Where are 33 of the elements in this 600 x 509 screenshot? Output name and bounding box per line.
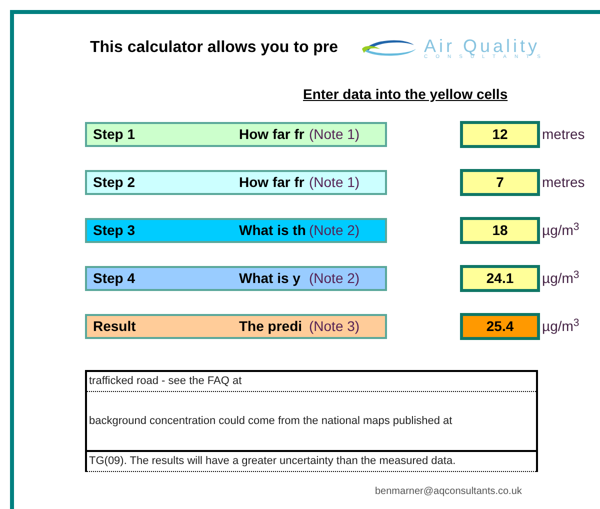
step-label: Step 4 [93, 269, 136, 288]
instruction-text: Enter data into the yellow cells [303, 85, 508, 104]
value-cell: 25.4 [460, 313, 540, 340]
step-label: Step 1 [93, 125, 136, 144]
question-text: What is th [239, 221, 307, 240]
step-label: Step 3 [93, 221, 136, 240]
question-text: How far fr [239, 125, 306, 144]
note-reference: (Note 3) [309, 317, 360, 336]
value-cell[interactable]: 12 [460, 121, 540, 148]
contact-email: benmarner@aqconsultants.co.uk [375, 485, 522, 499]
logo-name: Air Quality [424, 36, 542, 54]
swoosh-icon [360, 37, 418, 59]
unit-label: metres [542, 173, 585, 192]
value-cell[interactable]: 18 [460, 217, 540, 244]
question-text: What is y [239, 269, 302, 288]
note-text: background concentration could come from the national maps published at [89, 414, 452, 429]
note-reference: (Note 2) [309, 269, 360, 288]
step-label: Result [93, 317, 137, 336]
value-cell[interactable]: 7 [460, 169, 540, 196]
note-reference: (Note 1) [309, 173, 360, 192]
note-reference: (Note 1) [309, 125, 360, 144]
unit-label: metres [542, 125, 585, 144]
question-text: How far fr [239, 173, 306, 192]
unit-label: µg/m$^{3}$ [542, 268, 580, 288]
note-text: trafficked road - see the FAQ at [89, 374, 242, 390]
question-text: The predi [239, 317, 304, 336]
note-text: TG(09). The results will have a greater uncertainty than the measured data. [89, 454, 456, 470]
value-cell[interactable]: 24.1 [460, 265, 540, 292]
note-reference: (Note 2) [309, 221, 360, 240]
step-label: Step 2 [93, 173, 136, 192]
unit-label: µg/m$^{3}$ [542, 316, 580, 336]
unit-label: µg/m$^{3}$ [542, 220, 580, 240]
calculator-title: This calculator allows you to pre [90, 38, 340, 58]
